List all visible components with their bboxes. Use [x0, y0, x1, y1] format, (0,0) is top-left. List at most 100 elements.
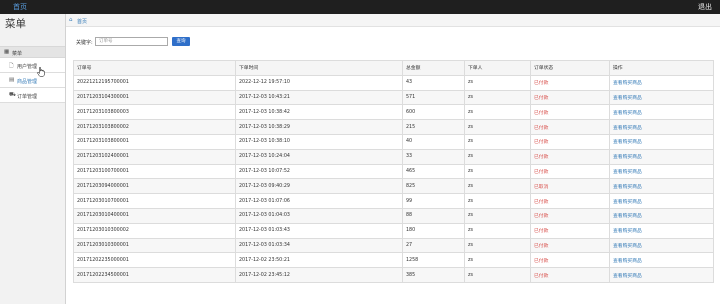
view-products-link[interactable]: 查看购买商品: [609, 133, 714, 150]
table-row: 20171203103800003 2017-12-03 10:38:42 600 z…: [73, 104, 714, 121]
logout-link[interactable]: 退出: [698, 2, 712, 12]
table-row: 20171203103800001 2017-12-03 10:38:10 40 zs…: [73, 133, 714, 150]
table-row: 20171202235000001 2017-12-02 23:50:21 1258…: [73, 252, 714, 269]
order-status: 已付款: [530, 237, 610, 254]
order-time: 2017-12-03 10:07:52: [235, 163, 403, 180]
sidebar-item-users[interactable]: 🗋 用户管理: [0, 58, 65, 73]
order-id: 20171203102400001: [73, 148, 236, 165]
table-row: 20171203010300001 2017-12-03 01:03:34 27 zs…: [73, 237, 714, 254]
order-id: 20171203100700001: [73, 163, 236, 180]
col-status: 订单状态: [530, 60, 610, 76]
order-total: 180: [402, 222, 465, 239]
order-id: 20171203010300001: [73, 237, 236, 254]
order-status: 已付款: [530, 104, 610, 121]
view-products-link[interactable]: 查看购买商品: [609, 104, 714, 121]
view-products-link[interactable]: 查看购买商品: [609, 178, 714, 195]
order-user: zs: [464, 148, 531, 165]
view-products-link[interactable]: 查看购买商品: [609, 237, 714, 254]
view-products-link[interactable]: 查看购买商品: [609, 267, 714, 283]
order-total: 215: [402, 119, 465, 135]
sidebar-item-label: 订单管理: [17, 93, 38, 100]
order-total: 571: [402, 89, 465, 106]
order-id: 20171203010700001: [73, 193, 236, 209]
view-products-link[interactable]: 查看购买商品: [609, 193, 714, 209]
view-products-link[interactable]: 查看购买商品: [609, 222, 714, 239]
order-id: 20171203010400001: [73, 207, 236, 224]
car-icon: ⛟: [9, 92, 16, 98]
home-icon: ⌂: [69, 16, 73, 23]
table-row: 20221212195700001 2022-12-12 19:57:10 43 zs…: [73, 74, 714, 91]
order-user: zs: [464, 193, 531, 209]
order-status: 已付款: [530, 148, 610, 165]
order-time: 2017-12-03 10:24:04: [235, 148, 403, 165]
order-total: 1258: [402, 252, 465, 269]
order-total: 40: [402, 133, 465, 150]
order-id: 20171203103800003: [73, 104, 236, 121]
breadcrumb-home-link[interactable]: 首页: [77, 18, 87, 25]
search-label: 关键字:: [76, 40, 93, 46]
top-navbar: 首页 退出: [0, 0, 720, 14]
order-user: zs: [464, 89, 531, 106]
view-products-link[interactable]: 查看购买商品: [609, 148, 714, 165]
table-row: 20171203094000001 2017-12-03 09:40:29 825 z…: [73, 178, 714, 195]
home-link[interactable]: 首页: [13, 2, 27, 12]
view-products-link[interactable]: 查看购买商品: [609, 119, 714, 135]
order-user: zs: [464, 119, 531, 135]
order-total: 825: [402, 178, 465, 195]
sidebar-item-orders[interactable]: ⛟ 订单管理: [0, 88, 65, 103]
order-user: zs: [464, 104, 531, 121]
table-header-row: 订单号 下单时间 总金额 下单人 订单状态 操作: [73, 60, 714, 76]
order-id: 20171202235000001: [73, 252, 236, 269]
table-row: 20171203100700001 2017-12-03 10:07:52 465 z…: [73, 163, 714, 180]
order-user: zs: [464, 267, 531, 283]
order-user: zs: [464, 74, 531, 91]
order-time: 2017-12-03 10:38:42: [235, 104, 403, 121]
order-time: 2017-12-03 10:38:29: [235, 119, 403, 135]
order-status: 已付款: [530, 89, 610, 106]
order-id: 20221212195700001: [73, 74, 236, 91]
order-total: 33: [402, 148, 465, 165]
search-button[interactable]: 查询: [172, 36, 190, 46]
sidebar-section-label: 菜单: [12, 51, 23, 57]
grid-icon: ▦: [4, 49, 10, 55]
order-user: zs: [464, 222, 531, 239]
table-row: 20171203103800002 2017-12-03 10:38:29 215 z…: [73, 119, 714, 135]
col-actions: 操作: [609, 60, 714, 76]
view-products-link[interactable]: 查看购买商品: [609, 163, 714, 180]
order-id: 20171203094000001: [73, 178, 236, 195]
view-products-link[interactable]: 查看购买商品: [609, 207, 714, 224]
hand-cursor-icon: [37, 67, 45, 77]
order-user: zs: [464, 133, 531, 150]
sidebar: 菜单 ▦ 菜单 🗋 用户管理 ▤ 商品管理 ⛟ 订单管理: [0, 14, 66, 304]
order-user: zs: [464, 178, 531, 195]
col-total: 总金额: [402, 60, 465, 76]
order-user: zs: [464, 207, 531, 224]
table-row: 20171203010700001 2017-12-03 01:07:06 99 zs…: [73, 193, 714, 209]
sidebar-item-label: 用户管理: [17, 63, 38, 70]
sidebar-item-label: 商品管理: [17, 78, 38, 85]
order-total: 385: [402, 267, 465, 283]
order-time: 2017-12-02 23:50:21: [235, 252, 403, 269]
order-status: 已付款: [530, 74, 610, 91]
order-status: 已付款: [530, 163, 610, 180]
col-user: 下单人: [464, 60, 531, 76]
order-time: 2022-12-12 19:57:10: [235, 74, 403, 91]
order-total: 88: [402, 207, 465, 224]
order-user: zs: [464, 237, 531, 254]
list-icon: ▤: [9, 77, 15, 83]
sidebar-section-header[interactable]: ▦ 菜单: [0, 46, 65, 58]
col-order-id: 订单号: [73, 60, 236, 76]
table-row: 20171203010400001 2017-12-03 01:04:03 88 zs…: [73, 207, 714, 224]
order-time: 2017-12-03 10:38:10: [235, 133, 403, 150]
view-products-link[interactable]: 查看购买商品: [609, 252, 714, 269]
search-input[interactable]: [95, 36, 168, 46]
table-row: 20171203104300001 2017-12-03 10:43:21 571 z…: [73, 89, 714, 106]
view-products-link[interactable]: 查看购买商品: [609, 74, 714, 91]
sidebar-item-products[interactable]: ▤ 商品管理: [0, 73, 65, 88]
order-time: 2017-12-02 23:45:12: [235, 267, 403, 283]
order-id: 20171203103800001: [73, 133, 236, 150]
main-content: ⌂ 首页 关键字: 查询 订单号 下单时间 总金额 下单人 订单状态 操作 20…: [66, 14, 720, 304]
view-products-link[interactable]: 查看购买商品: [609, 89, 714, 106]
order-user: zs: [464, 163, 531, 180]
order-total: 600: [402, 104, 465, 121]
